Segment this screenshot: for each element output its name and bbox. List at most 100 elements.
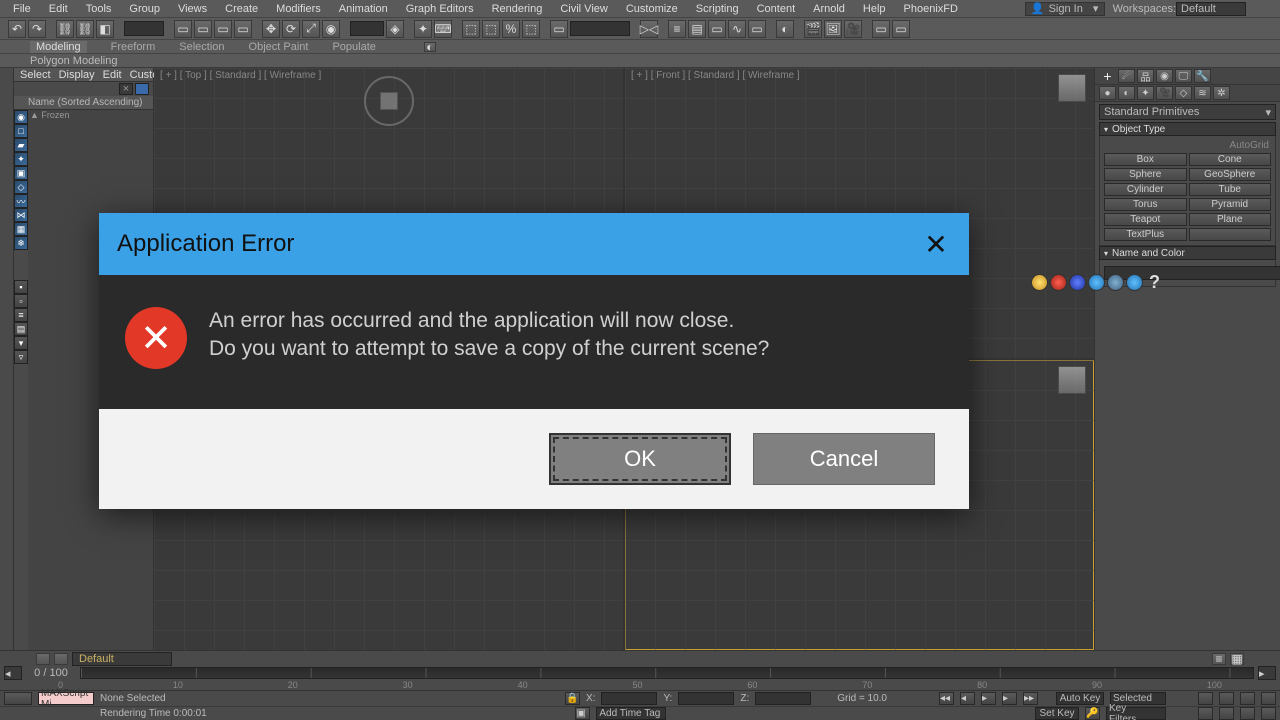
- menu-rendering[interactable]: Rendering: [483, 2, 552, 16]
- obj-teapot[interactable]: Teapot: [1104, 213, 1187, 226]
- menu-arnold[interactable]: Arnold: [804, 2, 854, 16]
- panel-motion-icon[interactable]: ◉: [1156, 69, 1173, 83]
- scene-filter-x[interactable]: ×: [119, 83, 133, 95]
- keyboard-shortcut-button[interactable]: ⌨: [434, 20, 452, 38]
- x-input[interactable]: [601, 692, 657, 705]
- obj-pyramid[interactable]: Pyramid: [1189, 198, 1272, 211]
- render-frame-button[interactable]: 🖼: [824, 20, 842, 38]
- menu-group[interactable]: Group: [120, 2, 169, 16]
- cat-geometry-icon[interactable]: ●: [1099, 86, 1116, 100]
- align-button[interactable]: ≡: [668, 20, 686, 38]
- preset-icon-3[interactable]: [1069, 274, 1086, 291]
- tool-space-icon[interactable]: 〰: [14, 194, 28, 208]
- viewcube-icon[interactable]: [1058, 366, 1086, 394]
- cat-systems-icon[interactable]: ✲: [1213, 86, 1230, 100]
- key-big-button[interactable]: 🔑: [1085, 707, 1100, 720]
- rollout-name-color[interactable]: Name and Color: [1099, 246, 1276, 260]
- cat-spacewarps-icon[interactable]: ≋: [1194, 86, 1211, 100]
- layer-toggle1[interactable]: ≡: [1212, 653, 1226, 665]
- menu-edit[interactable]: Edit: [40, 2, 77, 16]
- menu-create[interactable]: Create: [216, 2, 267, 16]
- obj-geosphere[interactable]: GeoSphere: [1189, 168, 1272, 181]
- ribbon-tab-objectpaint[interactable]: Object Paint: [249, 41, 309, 53]
- rollout-object-type[interactable]: Object Type: [1099, 122, 1276, 136]
- panel-display-icon[interactable]: 🖵: [1175, 69, 1192, 83]
- scale-button[interactable]: ⤢: [302, 20, 320, 38]
- obj-torus[interactable]: Torus: [1104, 198, 1187, 211]
- menu-animation[interactable]: Animation: [330, 2, 397, 16]
- track-start-button[interactable]: ◂: [4, 666, 22, 680]
- preset-icon-2[interactable]: [1050, 274, 1067, 291]
- menu-customize[interactable]: Customize: [617, 2, 687, 16]
- schematic-button[interactable]: ▭: [748, 20, 766, 38]
- panel-utilities-icon[interactable]: 🔧: [1194, 69, 1211, 83]
- panel-hierarchy-icon[interactable]: 品: [1137, 69, 1154, 83]
- menu-content[interactable]: Content: [748, 2, 805, 16]
- move-button[interactable]: ✥: [262, 20, 280, 38]
- scene-tab-select[interactable]: Select: [20, 69, 51, 81]
- help-icon[interactable]: ?: [1145, 272, 1164, 293]
- scene-tab-edit[interactable]: Edit: [103, 69, 122, 81]
- keyfilters-button[interactable]: Key Filters...: [1106, 707, 1166, 720]
- menu-file[interactable]: File: [4, 2, 40, 16]
- nav2-1[interactable]: [1198, 707, 1213, 720]
- tool-cam-icon[interactable]: ▣: [14, 166, 28, 180]
- phoenixfd-button2[interactable]: ▭: [892, 20, 910, 38]
- menu-tools[interactable]: Tools: [77, 2, 121, 16]
- close-icon[interactable]: ✕: [921, 228, 951, 261]
- tool-g3-icon[interactable]: ≡: [14, 308, 28, 322]
- nav-zoom-button[interactable]: [1219, 692, 1234, 705]
- nav2-3[interactable]: [1240, 707, 1255, 720]
- isolate-icon[interactable]: ▣: [575, 707, 590, 720]
- preset-icon-4[interactable]: [1088, 274, 1105, 291]
- cat-lights-icon[interactable]: ✦: [1137, 86, 1154, 100]
- menu-views[interactable]: Views: [169, 2, 216, 16]
- snap-button[interactable]: ⬚: [462, 20, 480, 38]
- nav-pan-button[interactable]: [1198, 692, 1213, 705]
- select-region-button[interactable]: ▭: [214, 20, 232, 38]
- select-button[interactable]: ▭: [174, 20, 192, 38]
- tool-g6-icon[interactable]: ▿: [14, 350, 28, 364]
- obj-textplus[interactable]: TextPlus: [1104, 228, 1187, 241]
- setkey-button[interactable]: Set Key: [1035, 707, 1079, 720]
- unlink-button[interactable]: ⛓: [76, 20, 94, 38]
- prev-key-button[interactable]: ◂◂: [939, 692, 954, 705]
- layer-button2[interactable]: [54, 653, 68, 665]
- viewport-top-label[interactable]: [ + ] [ Top ] [ Standard ] [ Wireframe ]: [160, 70, 321, 81]
- tool-container-icon[interactable]: ▦: [14, 222, 28, 236]
- tool-bone-icon[interactable]: ⋈: [14, 208, 28, 222]
- toggle-ribbon-button[interactable]: ▭: [708, 20, 726, 38]
- phoenixfd-button[interactable]: ▭: [872, 20, 890, 38]
- viewport-gizmo-icon[interactable]: [364, 76, 414, 126]
- ribbon-tab-modeling[interactable]: Modeling: [30, 41, 87, 53]
- tool-frozen-icon[interactable]: ❄: [14, 236, 28, 250]
- menu-phoenixfd[interactable]: PhoenixFD: [895, 2, 967, 16]
- percent-snap-button[interactable]: %: [502, 20, 520, 38]
- tool-helper-icon[interactable]: ◇: [14, 180, 28, 194]
- bind-button[interactable]: ◧: [96, 20, 114, 38]
- obj-cylinder[interactable]: Cylinder: [1104, 183, 1187, 196]
- tool-g4-icon[interactable]: ▤: [14, 322, 28, 336]
- obj-cone[interactable]: Cone: [1189, 153, 1272, 166]
- cancel-button[interactable]: Cancel: [753, 433, 935, 485]
- panel-create-icon[interactable]: +: [1099, 69, 1116, 83]
- tool-g5-icon[interactable]: ▾: [14, 336, 28, 350]
- select-name-button[interactable]: ▭: [194, 20, 212, 38]
- layer-button1[interactable]: [36, 653, 50, 665]
- autokey-button[interactable]: Auto Key: [1056, 692, 1104, 705]
- dialog-titlebar[interactable]: Application Error ✕: [99, 213, 969, 275]
- nav-max-button[interactable]: [1261, 692, 1276, 705]
- next-key-button[interactable]: ▸▸: [1023, 692, 1038, 705]
- next-frame-button[interactable]: ▸: [1002, 692, 1017, 705]
- obj-plane[interactable]: Plane: [1189, 213, 1272, 226]
- ok-button[interactable]: OK: [549, 433, 731, 485]
- primitive-dropdown[interactable]: Standard Primitives▾: [1099, 104, 1276, 120]
- preset-icon-5[interactable]: [1107, 274, 1124, 291]
- menu-scripting[interactable]: Scripting: [687, 2, 748, 16]
- scene-filter-view[interactable]: [135, 83, 149, 95]
- obj-sphere[interactable]: Sphere: [1104, 168, 1187, 181]
- ribbon-tab-freeform[interactable]: Freeform: [111, 41, 156, 53]
- menu-grapheditors[interactable]: Graph Editors: [397, 2, 483, 16]
- undo-button[interactable]: ↶: [8, 20, 26, 38]
- cat-helpers-icon[interactable]: ◇: [1175, 86, 1192, 100]
